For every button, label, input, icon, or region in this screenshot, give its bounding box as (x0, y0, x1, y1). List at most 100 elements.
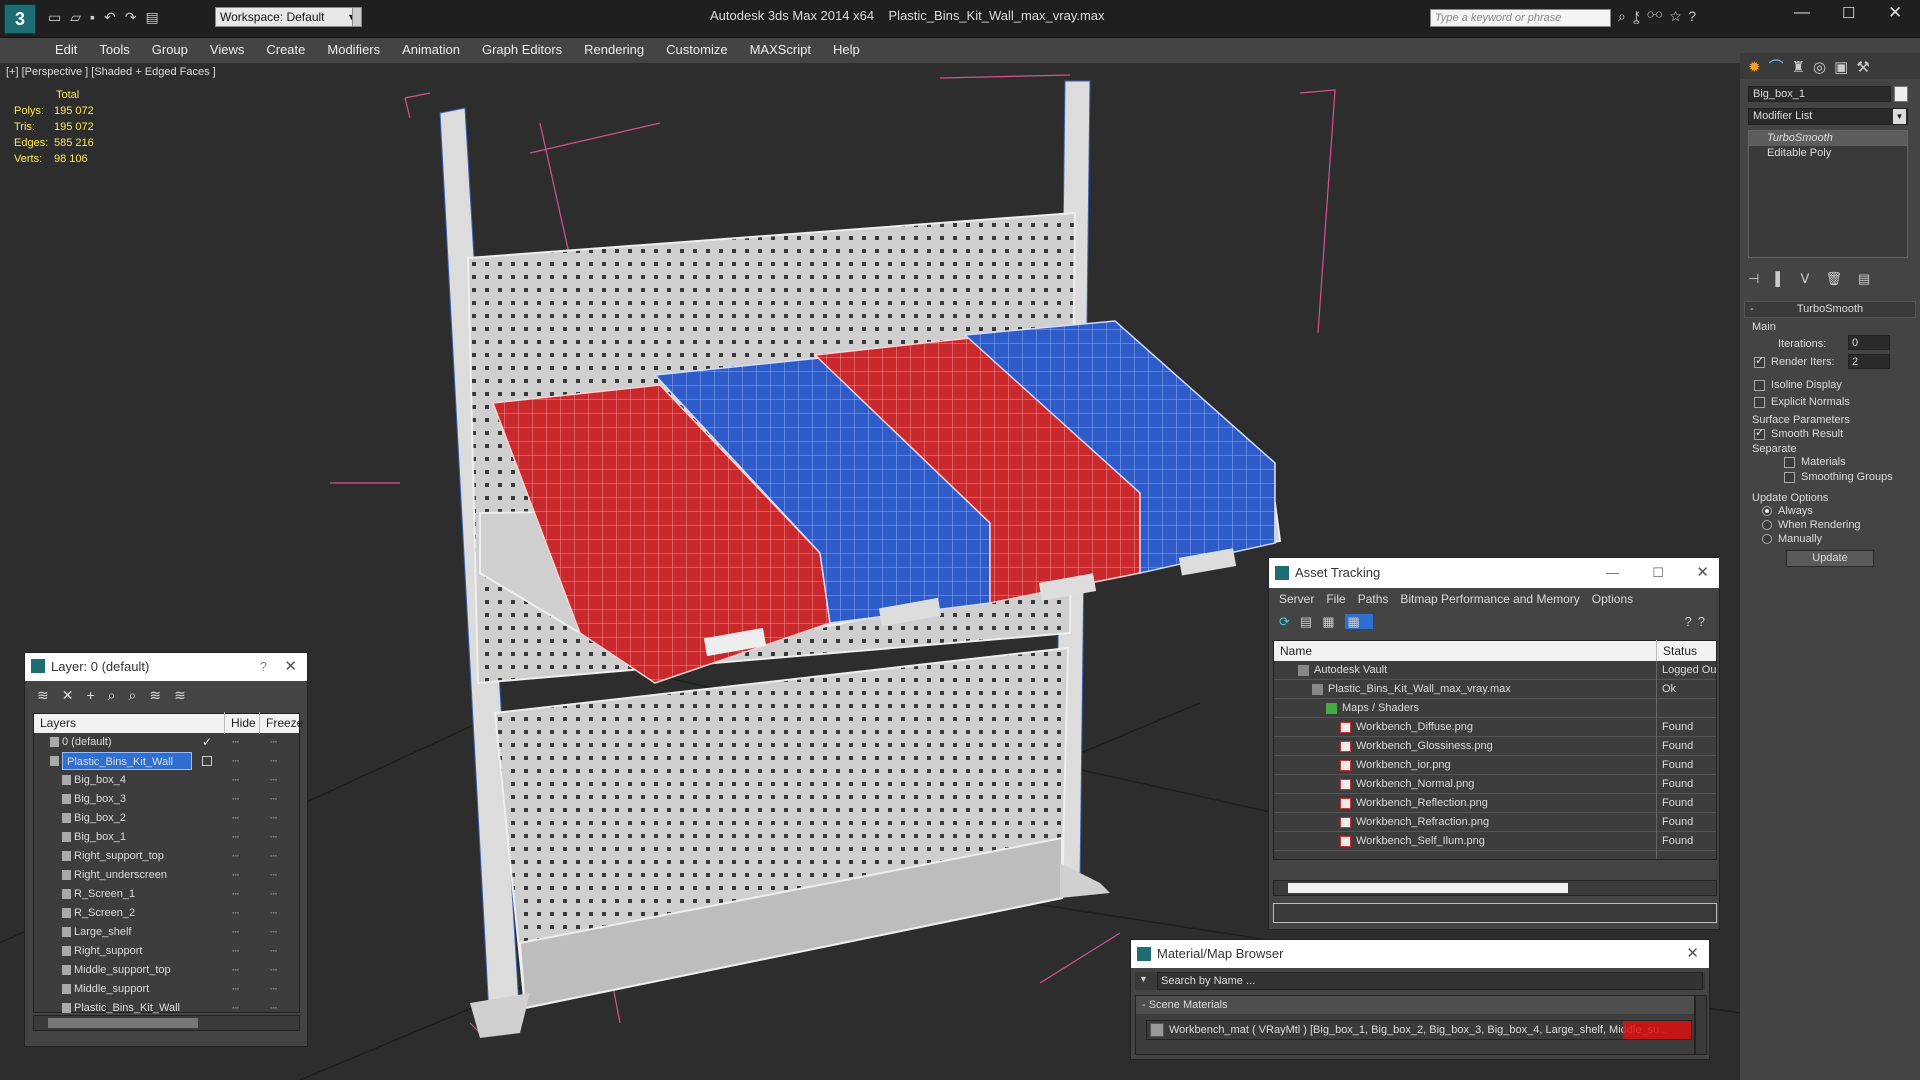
status-column-header[interactable]: Status (1656, 640, 1697, 662)
object-color-swatch[interactable] (1894, 86, 1908, 102)
explicit-normals-checkbox[interactable] (1754, 396, 1765, 408)
layer-name[interactable]: Right_support (74, 942, 143, 961)
layer-name[interactable]: Large_shelf (74, 923, 132, 942)
asset-menu-server[interactable]: Server (1279, 592, 1314, 606)
hide-toggle[interactable]: ┄ (232, 828, 239, 847)
manually-radio[interactable] (1762, 534, 1772, 545)
stack-item-turbosmooth[interactable]: TurboSmooth (1749, 131, 1907, 146)
menu-animation[interactable]: Animation (391, 38, 471, 57)
hide-toggle[interactable]: ┄ (232, 980, 239, 999)
help-icon[interactable]: ? (1688, 8, 1703, 24)
render-iters-checkbox[interactable] (1754, 354, 1765, 368)
binoculars-icon[interactable]: ⌕ (1618, 8, 1633, 24)
turbosmooth-rollout-header[interactable]: - TurboSmooth (1744, 301, 1916, 318)
layer-name[interactable]: Big_box_1 (74, 828, 126, 847)
hide-toggle[interactable]: ┄ (232, 866, 239, 885)
redo-icon[interactable]: ↷ (125, 9, 146, 25)
display-tab-icon[interactable]: ▣ (1834, 59, 1856, 76)
asset-row[interactable]: Workbench_Reflection.png Found (1274, 794, 1716, 813)
asset-row[interactable]: Plastic_Bins_Kit_Wall_max_vray.max Ok (1274, 680, 1716, 699)
materials-checkbox[interactable] (1784, 456, 1795, 468)
asset-horizontal-scrollbar[interactable] (1273, 880, 1717, 896)
save-icon[interactable]: ▪ (90, 9, 104, 25)
table-view-icon[interactable]: ▦ (1344, 614, 1373, 629)
active-layer-check-icon[interactable]: ✓ (202, 733, 212, 752)
workspace-dropdown[interactable]: Workspace: Default ▼ (215, 7, 360, 27)
freeze-toggle[interactable]: ┄ (270, 752, 277, 771)
layer-name[interactable]: Big_box_2 (74, 809, 126, 828)
link-icon[interactable]: ⚯ (1647, 8, 1670, 24)
open-file-icon[interactable]: ▱ (70, 9, 90, 25)
hide-toggle[interactable]: ┄ (232, 923, 239, 942)
layer-row[interactable]: Middle_support ┄ ┄ (34, 980, 299, 999)
freeze-toggle[interactable]: ┄ (270, 923, 277, 942)
star-icon[interactable]: ☆ (1670, 8, 1688, 24)
isoline-checkbox[interactable] (1754, 379, 1765, 391)
layer-row[interactable]: Middle_support_top ┄ ┄ (34, 961, 299, 980)
minimize-button[interactable]: — (1794, 4, 1810, 22)
options-help-icon[interactable]: ? (1698, 614, 1711, 629)
layer-row[interactable]: Big_box_3 ┄ ┄ (34, 790, 299, 809)
layer-name[interactable]: Middle_support_top (74, 961, 171, 980)
hide-all-icon[interactable]: ≋ (174, 687, 199, 703)
layer-row[interactable]: R_Screen_1 ┄ ┄ (34, 885, 299, 904)
create-tab-icon[interactable]: ✹ (1748, 59, 1769, 76)
menu-group[interactable]: Group (141, 38, 199, 57)
pin-stack-icon[interactable]: ⊣ (1748, 271, 1775, 286)
help-search-input[interactable]: Type a keyword or phrase (1430, 9, 1611, 27)
select-layer-icon[interactable]: ⌕ (129, 687, 150, 703)
configure-sets-icon[interactable]: ▤ (1858, 271, 1886, 286)
freeze-toggle[interactable]: ┄ (270, 733, 277, 752)
layer-name[interactable]: Big_box_4 (74, 771, 126, 790)
always-radio[interactable] (1762, 506, 1772, 517)
refresh-icon[interactable]: ⟳ (1279, 614, 1300, 629)
maximize-button[interactable]: ☐ (1652, 558, 1664, 588)
scroll-thumb[interactable] (1288, 883, 1568, 893)
freeze-toggle[interactable]: ┄ (270, 961, 277, 980)
asset-menu-bitmap-performance-and-memory[interactable]: Bitmap Performance and Memory (1400, 592, 1579, 606)
matbrowser-vertical-scrollbar[interactable] (1695, 995, 1707, 1055)
render-iters-spinner[interactable]: 2 (1848, 354, 1890, 369)
asset-window-titlebar[interactable]: Asset Tracking — ☐ ✕ (1269, 558, 1719, 588)
hide-toggle[interactable]: ┄ (232, 733, 239, 752)
asset-row[interactable]: Workbench_Self_Ilum.png Found (1274, 832, 1716, 851)
minimize-button[interactable]: — (1606, 558, 1619, 588)
new-layer-icon[interactable]: ≋ (37, 687, 62, 703)
undo-icon[interactable]: ↶ (104, 9, 125, 25)
menu-rendering[interactable]: Rendering (573, 38, 655, 57)
freeze-toggle[interactable]: ┄ (270, 942, 277, 961)
modifier-list-dropdown[interactable]: Modifier List ▼ (1748, 108, 1908, 125)
menu-modifiers[interactable]: Modifiers (316, 38, 391, 57)
hierarchy-tab-icon[interactable]: ♜ (1792, 59, 1813, 76)
close-icon[interactable]: ✕ (1696, 558, 1709, 588)
hide-toggle[interactable]: ┄ (232, 885, 239, 904)
close-button[interactable]: ✕ (1888, 3, 1902, 23)
list-view-icon[interactable]: ▤ (1300, 614, 1322, 629)
hold-icon[interactable]: ▤ (145, 9, 167, 25)
asset-menu-options[interactable]: Options (1592, 592, 1633, 606)
layer-row[interactable]: Right_support ┄ ┄ (34, 942, 299, 961)
asset-row[interactable]: Workbench_Refraction.png Found (1274, 813, 1716, 832)
help-icon[interactable]: ? (1685, 614, 1698, 629)
menu-customize[interactable]: Customize (655, 38, 738, 57)
hide-toggle[interactable]: ┄ (232, 752, 239, 771)
search-options-icon[interactable]: ▼ (1139, 974, 1148, 984)
search-by-name-input[interactable]: Search by Name ... (1157, 972, 1703, 990)
smoothing-groups-checkbox[interactable] (1784, 471, 1795, 483)
utilities-tab-icon[interactable]: ⚒ (1856, 59, 1877, 76)
close-icon[interactable]: ✕ (1686, 940, 1699, 968)
menu-edit[interactable]: Edit (44, 38, 88, 57)
asset-row[interactable]: Workbench_Diffuse.png Found (1274, 718, 1716, 737)
layer-name[interactable]: Big_box_3 (74, 790, 126, 809)
freeze-column-header[interactable]: Freeze (259, 712, 303, 734)
key-icon[interactable]: ⚷ (1633, 8, 1647, 24)
layer-name[interactable]: Plastic_Bins_Kit_Wall (62, 752, 192, 770)
layer-row[interactable]: Large_shelf ┄ ┄ (34, 923, 299, 942)
close-icon[interactable]: ✕ (284, 653, 297, 681)
select-objects-icon[interactable]: ⌕ (108, 687, 129, 703)
layer-row[interactable]: Big_box_1 ┄ ┄ (34, 828, 299, 847)
layer-row[interactable]: Right_underscreen ┄ ┄ (34, 866, 299, 885)
stack-item-editable-poly[interactable]: Editable Poly (1749, 146, 1907, 161)
freeze-toggle[interactable]: ┄ (270, 980, 277, 999)
hide-toggle[interactable]: ┄ (232, 904, 239, 923)
